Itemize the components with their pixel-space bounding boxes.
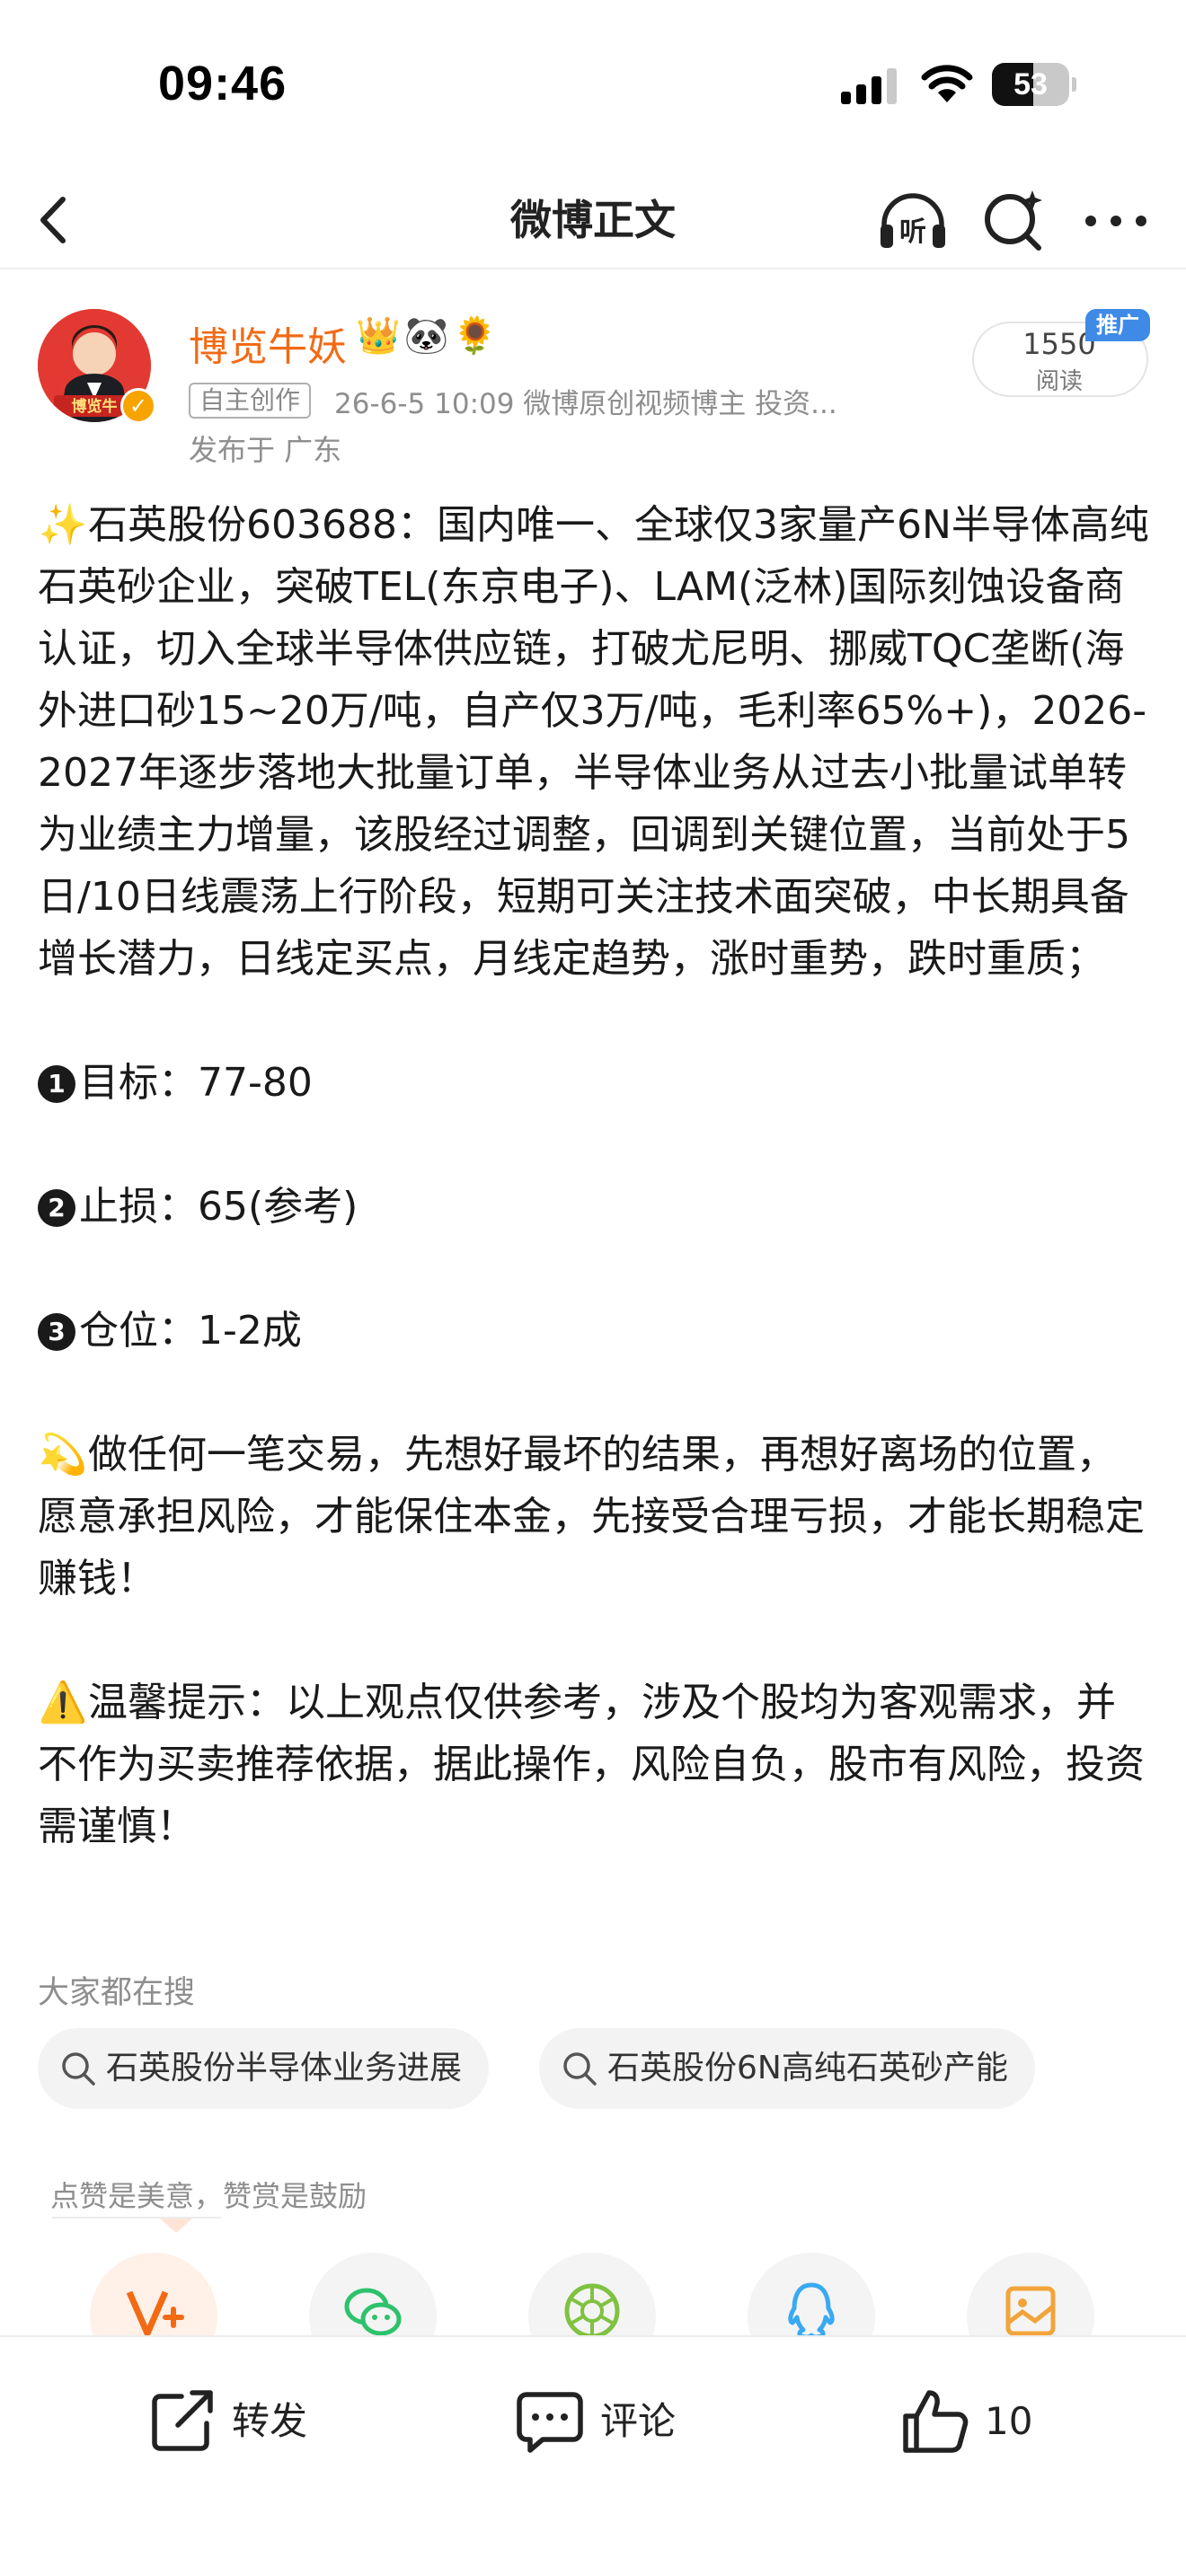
post-paragraph: ⚠️温馨提示：以上观点仅供参考，涉及个股均为客观需求，并不作为买卖推荐依据，据此…	[38, 1672, 1152, 1857]
search-suggestion-label: 石英股份半导体业务进展	[106, 2050, 463, 2086]
comment-button[interactable]: 评论	[514, 2386, 694, 2457]
reward-pointer	[160, 2219, 192, 2233]
warning-icon: ⚠️	[38, 1680, 88, 1725]
like-button[interactable]: 10	[898, 2386, 1060, 2457]
number-2-icon: 2	[38, 1189, 75, 1227]
search-icon	[563, 2052, 597, 2086]
search-suggestion-label: 石英股份6N高纯石英砂产能	[607, 2050, 1008, 2086]
repost-icon	[152, 2390, 213, 2451]
more-options-icon[interactable]	[1082, 196, 1150, 246]
thumbs-up-icon	[903, 2390, 969, 2453]
qq-icon	[788, 2282, 835, 2340]
status-bar: 09:46 53	[0, 0, 1186, 171]
number-3-icon: 3	[38, 1313, 75, 1351]
promotion-badge: 推广	[1085, 309, 1150, 341]
save-image-icon	[1005, 2286, 1056, 2336]
reward-divider	[52, 2217, 221, 2219]
reward-hint: 点赞是美意，赞赏是鼓励	[50, 2179, 367, 2213]
like-count: 10	[985, 2399, 1033, 2443]
author-header: 博览牛 ✓ 博览牛妖 👑🐼🌻 自主创作 26-6-5 10:09 微博原创视频博…	[0, 269, 1186, 476]
comment-icon	[517, 2392, 583, 2453]
author-badges: 👑🐼🌻	[356, 315, 501, 357]
comment-label: 评论	[600, 2399, 677, 2443]
svg-text:博览牛: 博览牛	[72, 397, 118, 416]
svg-text:听: 听	[899, 216, 926, 248]
target-item: 1 目标：77-80	[38, 1052, 1152, 1114]
stop-loss-item: 2 止损：65(参考)	[38, 1176, 1152, 1238]
post-paragraph: 💫做任何一笔交易，先想好最坏的结果，再想好离场的位置，愿意承担风险，才能保住本金…	[38, 1424, 1152, 1610]
read-label: 阅读	[1035, 368, 1083, 395]
post-body: ✨石英股份603688：国内唯一、全球仅3家量产6N半导体高纯石英砂企业，突破T…	[38, 494, 1152, 1857]
reward-v-icon	[126, 2290, 184, 2337]
author-name[interactable]: 博览牛妖	[189, 314, 347, 372]
post-meta: 26-6-5 10:09 微博原创视频博主 投资...	[334, 388, 837, 420]
sparkles-icon: ✨	[38, 502, 88, 548]
publish-location: 发布于 广东	[189, 433, 342, 467]
moments-icon	[564, 2283, 620, 2339]
repost-label: 转发	[232, 2399, 308, 2443]
self-created-tag: 自主创作	[189, 383, 312, 419]
hot-search-title: 大家都在搜	[38, 1975, 196, 2011]
dizzy-icon: 💫	[38, 1432, 88, 1478]
nav-bar: 微博正文 听	[0, 171, 1186, 269]
battery-indicator: 53	[992, 63, 1076, 106]
search-icon	[62, 2052, 95, 2086]
back-arrow-icon[interactable]	[27, 189, 81, 251]
verified-badge-icon: ✓	[120, 388, 156, 424]
wifi-icon	[921, 65, 973, 102]
status-time: 09:46	[158, 57, 288, 110]
number-1-icon: 1	[38, 1065, 75, 1103]
ai-search-icon[interactable]	[981, 187, 1048, 253]
cellular-signal-icon	[841, 68, 897, 104]
position-item: 3 仓位：1-2成	[38, 1300, 1152, 1362]
listen-headphones-icon[interactable]: 听	[875, 185, 951, 255]
battery-level: 53	[1013, 67, 1048, 101]
repost-button[interactable]: 转发	[146, 2386, 325, 2457]
post-paragraph: ✨石英股份603688：国内唯一、全球仅3家量产6N半导体高纯石英砂企业，突破T…	[38, 494, 1152, 990]
search-suggestion-chip[interactable]: 石英股份6N高纯石英砂产能	[539, 2028, 1035, 2109]
bottom-action-bar: 转发 评论 10	[0, 2335, 1186, 2576]
wechat-icon	[344, 2288, 402, 2336]
search-suggestion-chip[interactable]: 石英股份半导体业务进展	[38, 2028, 490, 2109]
